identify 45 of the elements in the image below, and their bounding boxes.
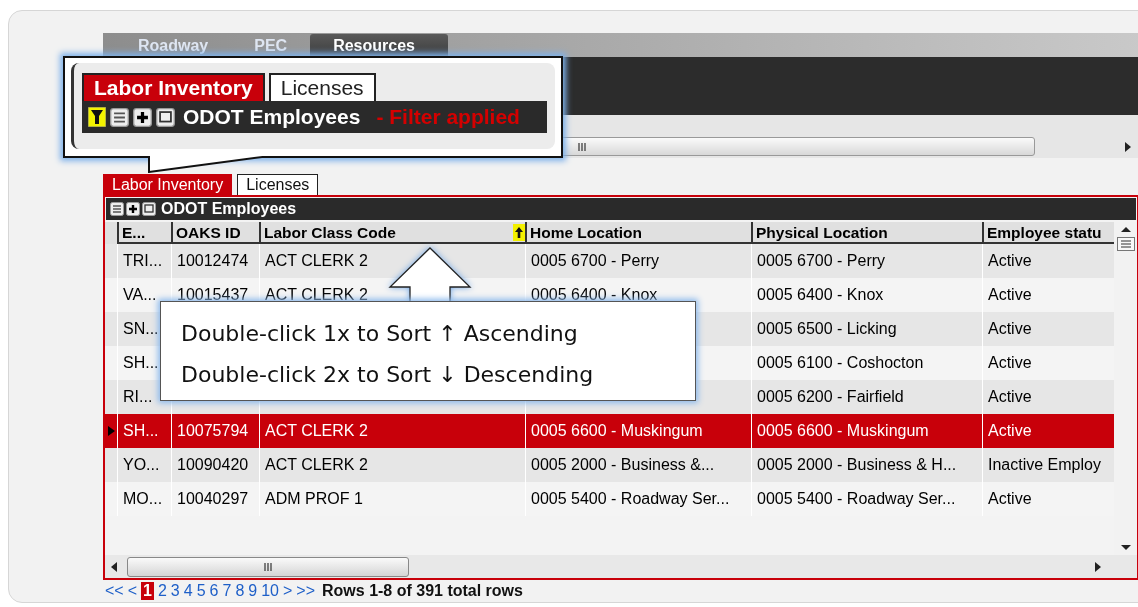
table-cell: 0005 6700 - Perry bbox=[757, 251, 886, 270]
table-cell: SH... bbox=[123, 353, 159, 372]
table-cell: 0005 5400 - Roadway Ser... bbox=[757, 489, 956, 508]
table-cell: MO... bbox=[123, 489, 163, 508]
table-cell: RI... bbox=[123, 387, 153, 406]
filter-status: - Filter applied bbox=[376, 105, 520, 129]
table-cell: 0005 2000 - Business &... bbox=[531, 455, 715, 474]
table-cell: 0005 6400 - Knox bbox=[757, 285, 884, 304]
table-cell: ACT CLERK 2 bbox=[265, 285, 368, 304]
table-cell: 0005 5400 - Roadway Ser... bbox=[531, 489, 730, 508]
table-cell: Active bbox=[988, 353, 1032, 372]
table-cell: 10075794 bbox=[177, 421, 249, 440]
table-cell: ACT CLERK 2 bbox=[265, 421, 368, 440]
table-cell: 10090420 bbox=[177, 455, 249, 474]
table-cell: Active bbox=[988, 421, 1032, 440]
table-cell: 0005 6500 - Licking bbox=[757, 319, 897, 338]
table-cell: Active bbox=[988, 489, 1032, 508]
table-cell: ADM PROF 1 bbox=[265, 489, 363, 508]
table-cell: YO... bbox=[123, 455, 160, 474]
table-cell: 0005 6700 - Perry bbox=[531, 251, 660, 270]
table-cell: SH... bbox=[123, 421, 159, 440]
table-cell: ACT CLERK 2 bbox=[265, 455, 368, 474]
table-cell: Active bbox=[988, 285, 1032, 304]
table-cell: 0005 2000 - Business & H... bbox=[757, 455, 957, 474]
table-cell: 0005 6200 - Fairfield bbox=[757, 387, 904, 406]
table-cell: 10012474 bbox=[177, 251, 249, 270]
table-cell: TRI... bbox=[123, 251, 163, 270]
table-cell: 0005 6600 - Muskingum bbox=[757, 421, 929, 440]
table-cell: SN... bbox=[123, 319, 159, 338]
table-cell: 0005 6100 - Coshocton bbox=[757, 353, 924, 372]
table-cell: 0005 6600 - Muskingum bbox=[531, 421, 703, 440]
table-cell: ACT CLERK 2 bbox=[265, 251, 368, 270]
table-cell: 10015437 bbox=[177, 285, 249, 304]
tooltip-text: Double-click 1x to Sort ↑ Ascending bbox=[181, 320, 579, 348]
panel-title: ODOT Employees bbox=[183, 105, 361, 129]
table-cell: 0005 6400 - Knox bbox=[531, 285, 658, 304]
table-cell: 10040297 bbox=[177, 489, 249, 508]
panel-title: ODOT Employees bbox=[161, 199, 297, 218]
row-count: Rows 1-8 of 391 total rows bbox=[322, 582, 523, 600]
table-cell: VA... bbox=[123, 285, 157, 304]
table-cell: Inactive Employ bbox=[988, 455, 1101, 474]
table-cell: Active bbox=[988, 387, 1032, 406]
table-cell: Active bbox=[988, 251, 1032, 270]
table-cell: Active bbox=[988, 319, 1032, 338]
tooltip-text: Double-click 2x to Sort ↓ Descending bbox=[181, 361, 595, 389]
